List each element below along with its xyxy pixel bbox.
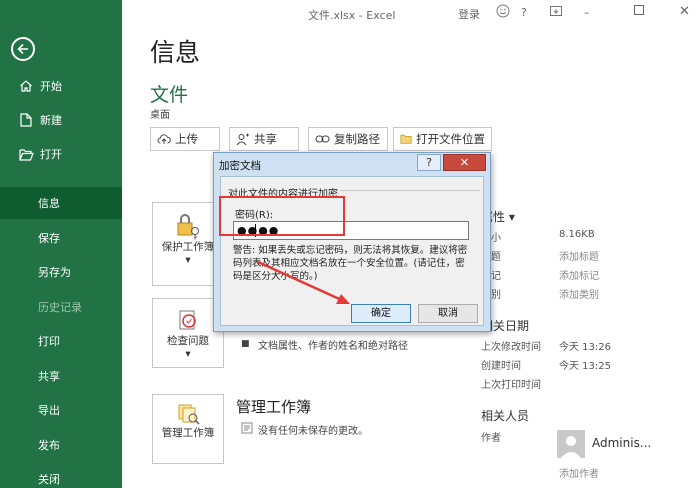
excel-backstage-window: 开始 新建 打开 信息 保存 另存为 历史记录 打印 共享 导出 发布 关闭 文… (0, 0, 700, 488)
annotation-arrow (257, 260, 350, 304)
